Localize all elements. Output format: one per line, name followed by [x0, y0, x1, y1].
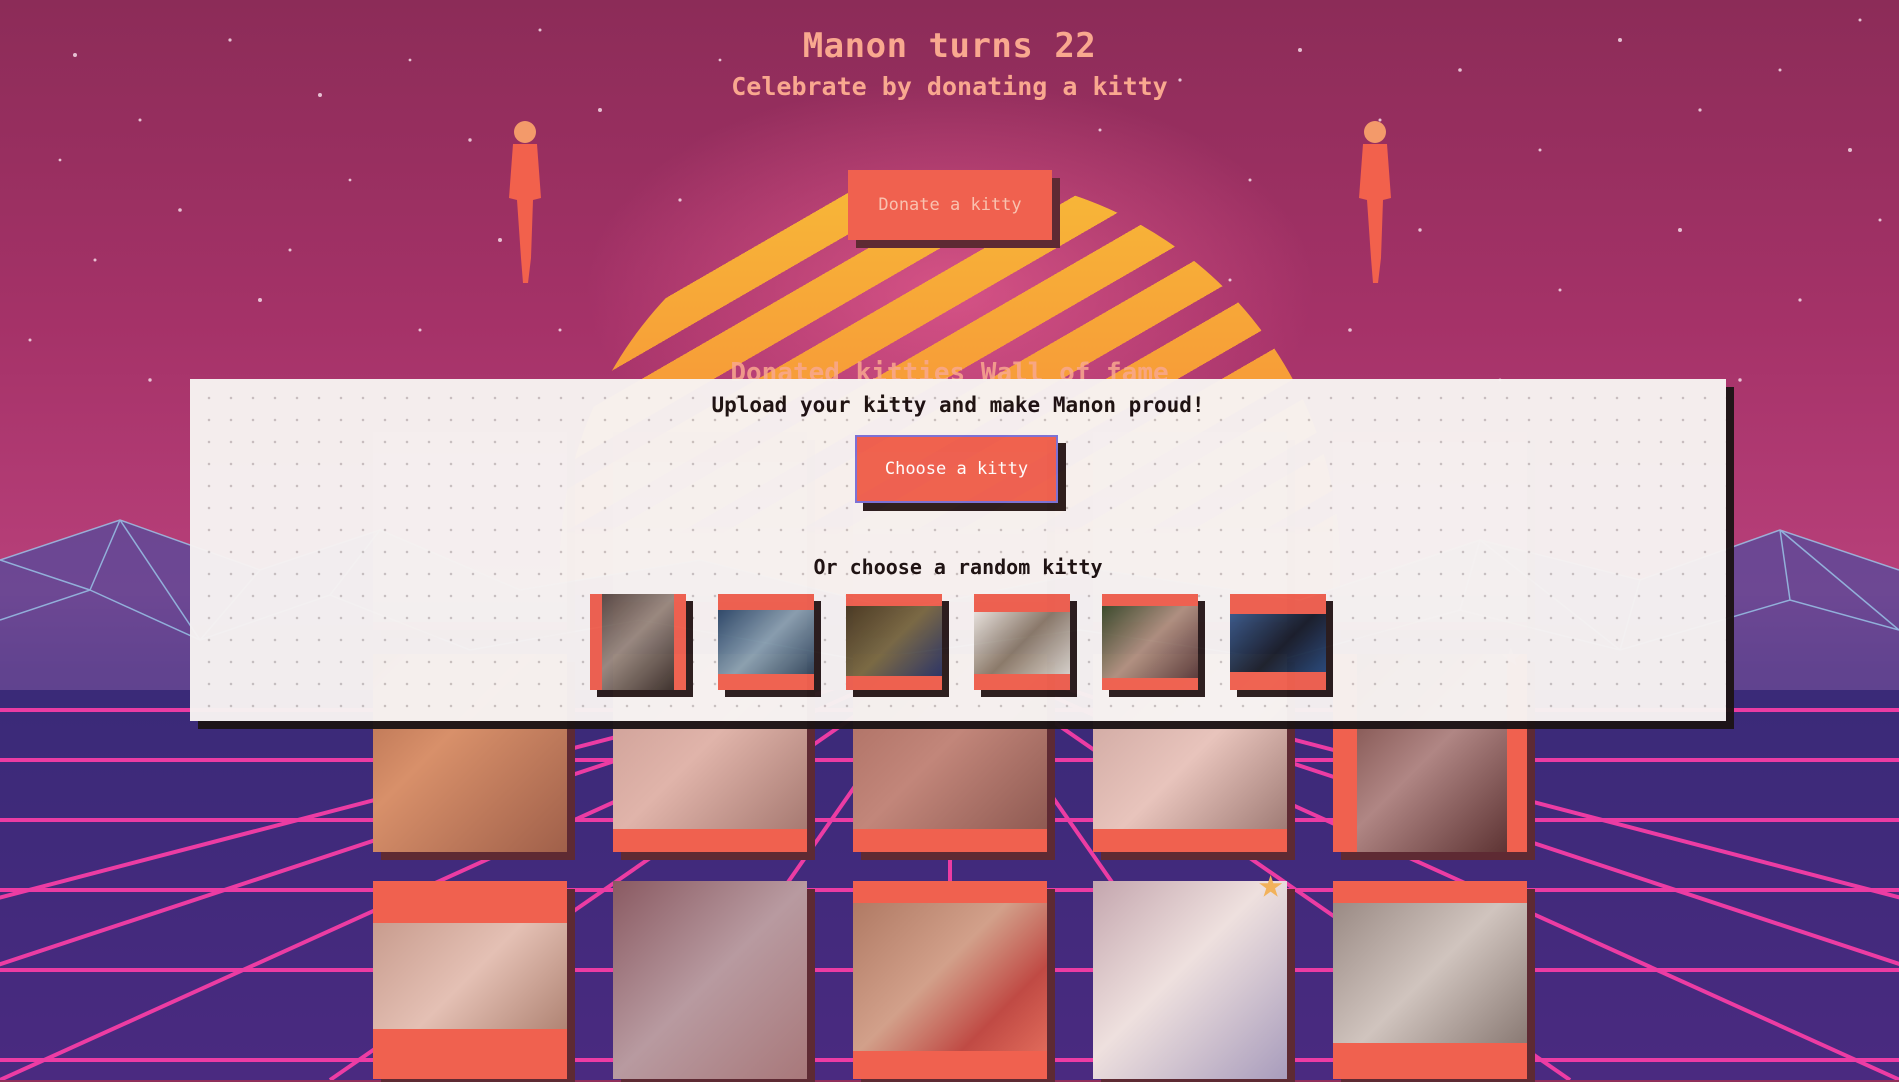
random-kitty-label: Or choose a random kitty — [813, 555, 1103, 579]
kitty-photo-tile[interactable] — [613, 881, 807, 1079]
random-kitty-option[interactable] — [590, 594, 686, 690]
random-kitty-option[interactable] — [846, 594, 942, 690]
random-kitty-option[interactable] — [1102, 594, 1198, 690]
random-kitty-option[interactable] — [974, 594, 1070, 690]
choose-kitty-button[interactable]: Choose a kitty — [855, 435, 1058, 503]
kitty-photo-tile[interactable] — [373, 881, 567, 1079]
upload-kitty-modal: Upload your kitty and make Manon proud! … — [190, 379, 1726, 721]
random-kitty-option[interactable] — [1230, 594, 1326, 690]
kitty-photo-tile[interactable] — [1093, 881, 1287, 1079]
donate-kitty-button[interactable]: Donate a kitty — [848, 170, 1052, 240]
page-subtitle: Celebrate by donating a kitty — [731, 72, 1168, 101]
random-kitty-option[interactable] — [718, 594, 814, 690]
dancing-girl-figure-left — [509, 121, 541, 283]
modal-title: Upload your kitty and make Manon proud! — [711, 393, 1205, 417]
kitty-photo-tile[interactable] — [1333, 881, 1527, 1079]
random-kitty-options — [590, 594, 1350, 694]
kitty-photo-tile[interactable] — [853, 881, 1047, 1079]
page-title: Manon turns 22 — [802, 26, 1097, 66]
dancing-girl-figure-right — [1359, 121, 1391, 283]
star-icon: ★ — [1258, 858, 1284, 907]
